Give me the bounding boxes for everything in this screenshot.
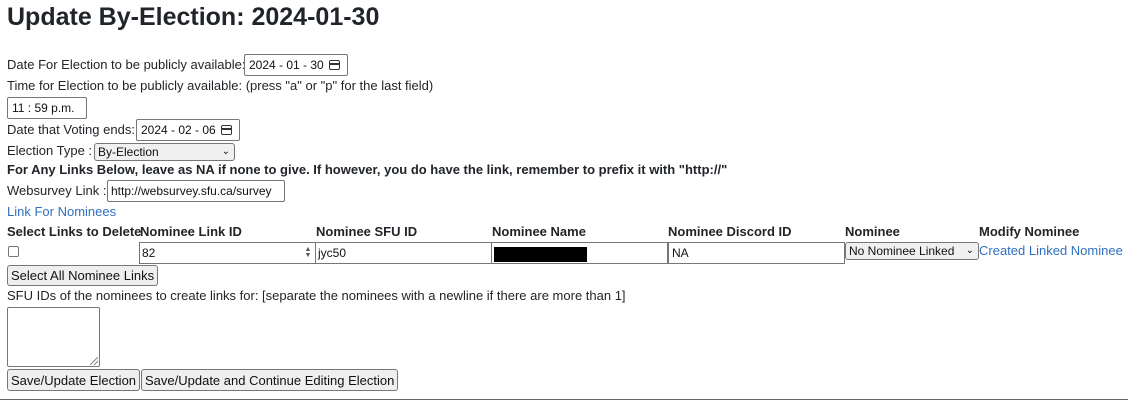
voting-end-input[interactable]: 2024 - 02 - 06 bbox=[136, 119, 240, 141]
redacted-name bbox=[494, 247, 587, 262]
publish-date-label: Date For Election to be publicly availab… bbox=[7, 57, 246, 72]
sfu-ids-label: SFU IDs of the nominees to create links … bbox=[7, 288, 626, 303]
sfu-ids-textarea[interactable] bbox=[7, 307, 100, 367]
header-sfu-id: Nominee SFU ID bbox=[316, 224, 418, 239]
chevron-down-icon: ⌄ bbox=[965, 245, 974, 256]
spinner-icon[interactable]: ▲ ▼ bbox=[304, 246, 312, 259]
page-title: Update By-Election: 2024-01-30 bbox=[7, 3, 380, 31]
header-select-links: Select Links to Delete bbox=[7, 224, 142, 239]
websurvey-input[interactable]: http://websurvey.sfu.ca/survey bbox=[107, 180, 285, 202]
publish-time-label: Time for Election to be publicly availab… bbox=[7, 78, 434, 93]
header-link-id: Nominee Link ID bbox=[140, 224, 242, 239]
calendar-icon[interactable] bbox=[328, 60, 340, 70]
nominee-discord-id-input[interactable]: NA bbox=[668, 242, 845, 264]
election-type-label: Election Type : bbox=[7, 143, 93, 158]
calendar-icon[interactable] bbox=[220, 125, 232, 135]
header-nominee: Nominee bbox=[845, 224, 900, 239]
nominee-link-id-input[interactable]: 82 ▲ ▼ bbox=[139, 242, 316, 264]
link-for-nominees[interactable]: Link For Nominees bbox=[7, 204, 116, 220]
created-linked-nominee-link[interactable]: Created Linked Nominee bbox=[979, 243, 1123, 259]
voting-end-label: Date that Voting ends: bbox=[7, 122, 135, 137]
nominee-sfu-id-input[interactable]: jyc50 bbox=[315, 242, 492, 264]
save-continue-button[interactable]: Save/Update and Continue Editing Electio… bbox=[141, 369, 399, 391]
delete-link-checkbox[interactable] bbox=[8, 246, 19, 257]
resize-handle-icon[interactable] bbox=[90, 357, 98, 365]
chevron-down-icon: ⌄ bbox=[221, 146, 230, 157]
publish-date-input[interactable]: 2024 - 01 - 30 bbox=[244, 54, 348, 76]
header-modify-nominee: Modify Nominee bbox=[979, 224, 1080, 239]
header-discord-id: Nominee Discord ID bbox=[668, 224, 792, 239]
election-type-select[interactable]: By-Election ⌄ bbox=[94, 143, 235, 161]
select-all-nominee-links-button[interactable]: Select All Nominee Links bbox=[7, 265, 159, 286]
publish-time-input[interactable]: 11 : 59 p.m. bbox=[7, 97, 87, 119]
save-button[interactable]: Save/Update Election bbox=[7, 369, 141, 391]
bottom-divider bbox=[0, 399, 1128, 400]
nominee-name-input[interactable] bbox=[491, 242, 668, 264]
header-name: Nominee Name bbox=[492, 224, 586, 239]
links-note: For Any Links Below, leave as NA if none… bbox=[7, 162, 728, 177]
websurvey-label: Websurvey Link : bbox=[7, 183, 107, 198]
nominee-select[interactable]: No Nominee Linked ⌄ bbox=[845, 242, 979, 260]
